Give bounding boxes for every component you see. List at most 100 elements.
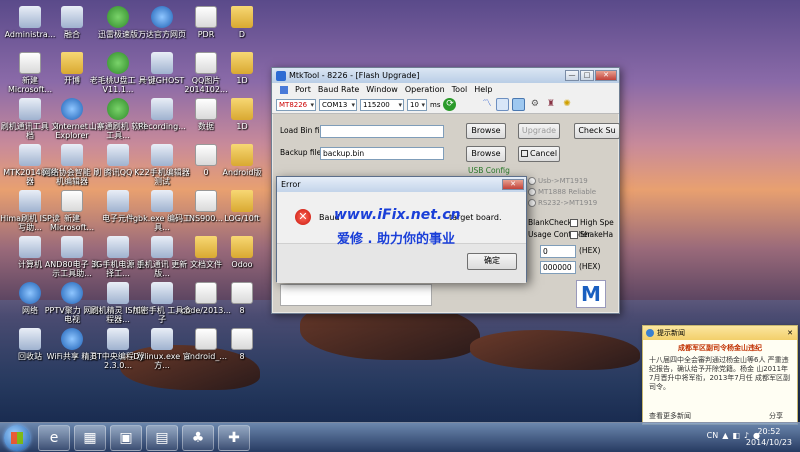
desktop-icon-label: D — [238, 30, 246, 39]
desktop-icon-label: 融合 — [64, 30, 80, 39]
clock-time: 20:52 — [757, 427, 781, 436]
mtktool-taskbar-icon[interactable]: ✚ — [218, 425, 250, 451]
log-area — [280, 284, 432, 306]
language-indicator[interactable]: CN — [707, 431, 719, 440]
share-link[interactable]: 分享 — [769, 411, 783, 421]
blue-icon — [151, 6, 173, 28]
radio-usb-mt1919[interactable]: Usb->MT1919 — [528, 177, 588, 185]
check-su-button[interactable]: Check Su — [574, 123, 620, 139]
news-notification: 提示新闻 ✕ 成都军区副司令杨金山违纪 十八届四中全会審判通过杨金山等6人 严重… — [642, 325, 798, 425]
radio-mt1888[interactable]: MT1888 Reliable — [528, 188, 596, 196]
minimize-button[interactable]: — — [565, 70, 579, 81]
desktop-icon[interactable]: 8 — [212, 282, 272, 315]
notification-header-text: 提示新闻 — [657, 329, 685, 337]
tray-network-icon[interactable]: ◧ — [732, 431, 740, 440]
desktop-icon[interactable]: 8 — [212, 328, 272, 361]
desktop-icon-label: Internet Explorer — [55, 122, 89, 140]
tray-shield-icon[interactable]: ▲ — [722, 431, 728, 440]
notification-title[interactable]: 成都军区副司令杨金山违纪 — [643, 340, 797, 356]
ok-button[interactable]: 确定 — [467, 253, 517, 270]
start-button[interactable] — [4, 425, 30, 451]
error-close-button[interactable]: ✕ — [502, 179, 524, 190]
error-titlebar[interactable]: Error ✕ — [277, 177, 526, 192]
backup-field[interactable]: backup.bin — [320, 147, 444, 160]
desktop-icon[interactable]: 1D — [212, 98, 272, 131]
app-icon — [107, 282, 129, 304]
desktop-icon-label: Odoo — [231, 260, 253, 269]
cancel-label: Cancel — [529, 149, 558, 158]
baud-select[interactable]: 115200 — [360, 98, 404, 111]
port-select[interactable]: COM13 — [319, 98, 357, 111]
tower-icon[interactable]: ♜ — [544, 98, 557, 111]
notification-close-icon[interactable]: ✕ — [787, 326, 793, 340]
browse-bin-button[interactable]: Browse — [466, 123, 506, 139]
menu-baud-rate[interactable]: Baud Rate — [318, 85, 359, 94]
mtktool-titlebar[interactable]: MtkTool - 8226 - [Flash Upgrade] — □ ✕ — [272, 68, 619, 83]
browse-backup-button[interactable]: Browse — [466, 146, 506, 162]
desktop-icon[interactable]: LOG/10ft — [212, 190, 272, 223]
menu-tool[interactable]: Tool — [452, 85, 468, 94]
app-icon — [19, 190, 41, 212]
settings-icon[interactable]: ⚙ — [528, 98, 541, 111]
radio-rs232[interactable]: RS232->MT1919 — [528, 199, 597, 207]
copy-icon[interactable] — [512, 98, 526, 111]
doc-icon — [61, 190, 83, 212]
menu-help[interactable]: Help — [474, 85, 492, 94]
toolbar: MT8226 COM13 115200 10 ms ⟳ 〽 ⚙ ♜ ✺ — [272, 96, 619, 114]
connect-icon[interactable]: ⟳ — [443, 98, 457, 111]
close-button[interactable]: ✕ — [595, 70, 617, 81]
lightbulb-icon[interactable]: ✺ — [560, 98, 573, 111]
app-icon — [151, 328, 173, 350]
app-icon — [151, 52, 173, 74]
desktop-icon-label: 8 — [239, 352, 245, 361]
document-icon[interactable] — [496, 98, 510, 111]
blue-icon — [61, 98, 83, 120]
desktop-icon[interactable]: 1D — [212, 52, 272, 85]
menu-port[interactable]: Port — [295, 85, 311, 94]
desktop-icon-label: 电子元件 — [102, 214, 134, 223]
notification-icon — [646, 329, 654, 337]
upgrade-button[interactable]: Upgrade — [518, 123, 560, 139]
desktop-icon-label: 开博 — [64, 76, 80, 85]
shakehand-checkbox[interactable]: ShakeHa — [570, 230, 613, 239]
explorer-taskbar-icon[interactable]: ▦ — [74, 425, 106, 451]
app-icon — [151, 236, 173, 258]
clock[interactable]: 20:52 2014/10/23 — [746, 426, 792, 448]
ie-taskbar-icon[interactable]: e — [38, 425, 70, 451]
doc-icon — [231, 282, 253, 304]
usb-config-label: USB Config — [468, 166, 510, 175]
doc-icon — [19, 52, 41, 74]
menu-window[interactable]: Window — [366, 85, 398, 94]
hex-input-1[interactable]: 0 — [540, 245, 576, 258]
error-icon: ✕ — [295, 209, 311, 225]
backup-label: Backup file: — [280, 148, 324, 157]
desktop-icon[interactable]: Odoo — [212, 236, 272, 269]
app-icon — [107, 190, 129, 212]
desktop-icon[interactable]: D — [212, 6, 272, 39]
app-icon — [61, 144, 83, 166]
notification-body: 十八届四中全会審判通过杨金山等6人 严重违纪报告，确认给予开除党籍。杨金 山20… — [649, 356, 790, 391]
desktop-icon-label: 网络 — [22, 306, 38, 315]
qq-taskbar-icon[interactable]: ♣ — [182, 425, 214, 451]
more-news-link[interactable]: 查看更多新闻 — [649, 411, 691, 421]
desktop-icon[interactable]: Android版 — [212, 144, 272, 177]
image-taskbar-icon[interactable]: ▤ — [146, 425, 178, 451]
chart-icon[interactable]: 〽 — [480, 98, 493, 111]
media-taskbar-icon[interactable]: ▣ — [110, 425, 142, 451]
cancel-button[interactable]: Cancel — [518, 146, 560, 162]
app-icon — [107, 236, 129, 258]
high-speed-checkbox[interactable]: High Spe — [570, 218, 614, 227]
app-icon — [151, 190, 173, 212]
load-bin-field[interactable] — [320, 125, 444, 138]
green-icon — [107, 98, 129, 120]
green-icon — [107, 6, 129, 28]
desktop-icon-label: LOG/10ft — [224, 214, 260, 223]
maximize-button[interactable]: □ — [580, 70, 594, 81]
hex-input-2[interactable]: 000000 — [540, 261, 576, 274]
desktop-icon-label: 计算机 — [18, 260, 42, 269]
menu-operation[interactable]: Operation — [405, 85, 445, 94]
folder-icon — [61, 52, 83, 74]
desktop-icon-label: 1D — [236, 122, 248, 131]
chip-select[interactable]: MT8226 — [276, 98, 316, 111]
timeout-input[interactable]: 10 — [407, 98, 427, 111]
